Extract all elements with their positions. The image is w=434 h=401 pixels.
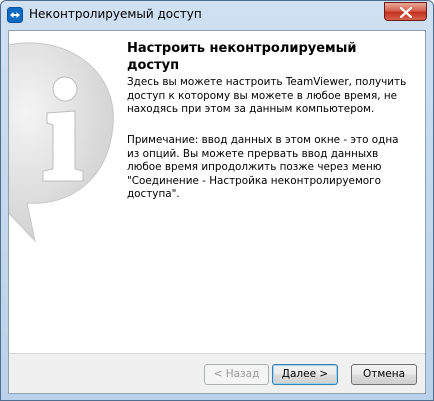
note-text: Примечание: ввод данных в этом окне - эт… [127, 134, 399, 200]
title-bar[interactable]: Неконтролируемый доступ [1, 1, 433, 29]
info-icon [9, 42, 114, 243]
window-title: Неконтролируемый доступ [29, 7, 202, 21]
wizard-window: Неконтролируемый доступ Настроить неконт… [0, 0, 434, 401]
wizard-content: Настроить неконтролируемый доступ Здесь … [8, 30, 426, 394]
page-heading: Настроить неконтролируемый доступ [127, 41, 357, 73]
next-button[interactable]: Далее > [272, 364, 338, 385]
cancel-button[interactable]: Отмена [351, 364, 417, 385]
close-icon [400, 7, 412, 18]
close-button[interactable] [384, 2, 427, 21]
teamviewer-icon [7, 7, 23, 23]
button-bar: < Назад Далее > Отмена [9, 353, 425, 393]
description-text: Здесь вы можете настроить TeamViewer, по… [127, 76, 407, 115]
back-button[interactable]: < Назад [204, 364, 269, 385]
